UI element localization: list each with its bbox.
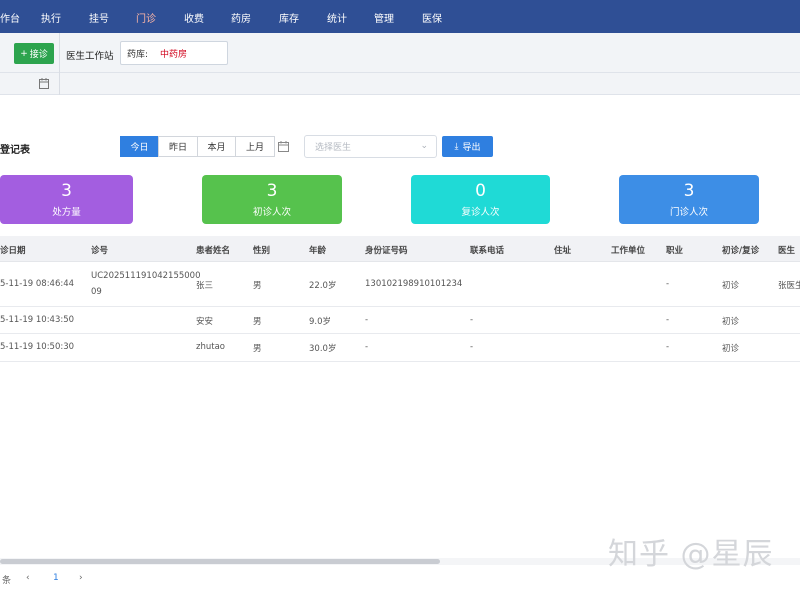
cell-visit-date: 5-11-19 10:43:50	[0, 315, 75, 325]
nav-item-billing[interactable]: 收费	[184, 10, 204, 25]
cell-age: 30.0岁	[309, 344, 337, 354]
pager-total: 条	[2, 576, 12, 586]
nav-item-insurance[interactable]: 医保	[422, 10, 442, 25]
stat-first-visits: 3 初诊人次	[202, 175, 342, 224]
stat-prescriptions: 3 处方量	[0, 175, 133, 224]
cell-visit-date: 5-11-19 10:50:30	[0, 342, 75, 352]
cell-patient-name: zhutao	[196, 342, 225, 352]
nav-item-pharmacy[interactable]: 药房	[231, 10, 251, 25]
pager-page-1[interactable]: 1	[53, 573, 59, 583]
calendar-icon[interactable]	[278, 141, 289, 152]
cell-visit-number: UC202511191042155000	[91, 271, 201, 281]
plus-icon: +	[20, 48, 28, 59]
cell-occupation: -	[666, 342, 670, 352]
reception-button-label: 接诊	[29, 50, 48, 60]
table-row[interactable]: 5-11-19 10:43:50 安安 男 9.0岁 - - - 初诊	[0, 307, 800, 334]
nav-item-registration[interactable]: 挂号	[89, 10, 109, 25]
cell-id-number: -	[365, 315, 369, 325]
watermark: 知乎 @星辰	[608, 537, 774, 572]
nav-item-execute[interactable]: 执行	[41, 10, 61, 25]
col-visit-type[interactable]: 初诊/复诊	[722, 244, 759, 256]
cell-visit-number-cont: 09	[91, 287, 102, 297]
date-range-tabs: 今日 昨日 本月 上月	[120, 136, 275, 157]
stat-value: 3	[683, 181, 695, 201]
stat-label: 门诊人次	[669, 207, 708, 218]
col-address[interactable]: 住址	[554, 244, 571, 256]
stat-label: 复诊人次	[461, 207, 500, 218]
cell-age: 22.0岁	[309, 281, 337, 291]
cell-phone: -	[470, 315, 474, 325]
cell-age: 9.0岁	[309, 317, 332, 327]
col-doctor[interactable]: 医生	[778, 244, 795, 256]
nav-item-outpatient[interactable]: 门诊	[136, 10, 156, 25]
export-button[interactable]: ⤓ 导出	[442, 136, 493, 157]
col-age[interactable]: 年龄	[309, 244, 326, 256]
cell-doctor: 张医生	[778, 281, 800, 291]
nav-item-management[interactable]: 管理	[374, 10, 394, 25]
cell-gender: 男	[253, 317, 262, 327]
cell-occupation: -	[666, 315, 670, 325]
page-title: 登记表	[0, 145, 30, 156]
cell-id-number: -	[365, 342, 369, 352]
toolbar-divider	[59, 73, 60, 95]
table-row[interactable]: 5-11-19 08:46:44 UC202511191042155000 09…	[0, 263, 800, 307]
col-occupation[interactable]: 职业	[666, 244, 683, 256]
col-patient-name[interactable]: 患者姓名	[196, 244, 230, 256]
workstation-label: 医生工作站	[66, 51, 114, 62]
table-row[interactable]: 5-11-19 10:50:30 zhutao 男 30.0岁 - - - 初诊	[0, 334, 800, 362]
nav-item-workbench[interactable]: 作台	[0, 10, 20, 25]
cell-id-number: 130102198910101234	[365, 279, 463, 289]
cell-visit-type: 初诊	[722, 281, 740, 291]
col-workplace[interactable]: 工作单位	[611, 244, 645, 256]
doctor-select[interactable]: 选择医生 ⌄	[304, 135, 437, 158]
table-header: 诊日期 诊号 患者姓名 性别 年龄 身份证号码 联系电话 住址 工作单位 职业 …	[0, 236, 800, 262]
stat-label: 初诊人次	[252, 207, 291, 218]
tab-this-month[interactable]: 本月	[197, 136, 236, 157]
cell-patient-name: 安安	[196, 317, 214, 327]
reception-button[interactable]: + 接诊	[14, 43, 54, 64]
cell-visit-type: 初诊	[722, 317, 740, 327]
cell-patient-name: 张三	[196, 281, 214, 291]
cell-visit-type: 初诊	[722, 344, 740, 354]
tab-today[interactable]: 今日	[120, 136, 159, 157]
tab-yesterday[interactable]: 昨日	[158, 136, 198, 157]
export-button-label: 导出	[462, 143, 481, 153]
col-visit-date[interactable]: 诊日期	[0, 244, 26, 256]
pharmacy-label: 药库:	[127, 49, 149, 60]
col-visit-number[interactable]: 诊号	[91, 244, 108, 256]
horizontal-scrollbar-thumb[interactable]	[0, 559, 440, 564]
calendar-icon[interactable]	[39, 78, 49, 89]
doctor-select-placeholder: 选择医生	[315, 143, 352, 153]
top-nav: 作台 执行 挂号 门诊 收费 药房 库存 统计 管理 医保	[0, 0, 800, 33]
toolbar-subbar	[0, 73, 800, 95]
col-id-number[interactable]: 身份证号码	[365, 244, 408, 256]
cell-occupation: -	[666, 279, 670, 289]
pharmacy-selector[interactable]: 药库: 中药房	[120, 41, 228, 65]
download-icon: ⤓	[454, 141, 459, 152]
tab-last-month[interactable]: 上月	[235, 136, 275, 157]
chevron-down-icon: ⌄	[420, 141, 428, 151]
cell-gender: 男	[253, 344, 262, 354]
cell-gender: 男	[253, 281, 262, 291]
stat-return-visits: 0 复诊人次	[411, 175, 550, 224]
pager-next-button[interactable]: ›	[79, 573, 83, 583]
cell-phone: -	[470, 342, 474, 352]
stat-label: 处方量	[52, 207, 81, 218]
stat-value: 3	[266, 181, 278, 201]
nav-item-inventory[interactable]: 库存	[279, 10, 299, 25]
pharmacy-value: 中药房	[160, 49, 188, 60]
col-gender[interactable]: 性别	[253, 244, 270, 256]
cell-visit-date: 5-11-19 08:46:44	[0, 279, 75, 289]
stat-value: 3	[61, 181, 72, 201]
stat-outpatient-visits: 3 门诊人次	[619, 175, 759, 224]
nav-item-statistics[interactable]: 统计	[327, 10, 347, 25]
pager-prev-button[interactable]: ‹	[26, 573, 30, 583]
toolbar-divider	[59, 33, 60, 73]
col-phone[interactable]: 联系电话	[470, 244, 504, 256]
content-card: 登记表 今日 昨日 本月 上月 选择医生 ⌄ ⤓ 导出 3 处方量 3 初诊人次…	[0, 95, 800, 600]
stat-value: 0	[475, 181, 486, 201]
